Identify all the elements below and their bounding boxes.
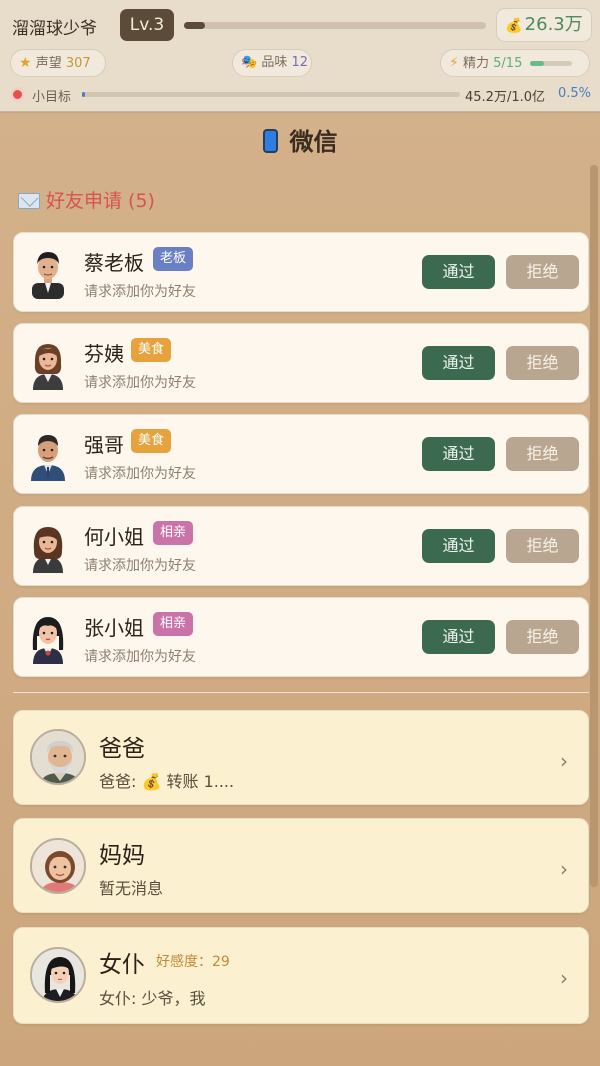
accept-button[interactable]: 通过 xyxy=(422,620,495,654)
scrollbar[interactable] xyxy=(590,165,598,887)
chat-name: 妈妈 xyxy=(99,843,145,869)
player-name: 溜溜球少爷 xyxy=(12,19,97,39)
energy-bar-fill xyxy=(530,61,545,66)
masks-icon: 🎭 xyxy=(241,55,258,70)
request-subtitle: 请求添加你为好友 xyxy=(84,284,196,300)
reputation-pill[interactable]: ★ 声望 307 xyxy=(10,49,106,77)
category-tag: 相亲 xyxy=(153,612,194,636)
page-title: 微信 xyxy=(0,122,600,157)
money-bag-icon: 💰 xyxy=(505,18,523,34)
status-row-main: 溜溜球少爷 Lv.3 💰 26.3万 xyxy=(10,8,592,42)
goal-progress-bar xyxy=(82,92,460,97)
request-name: 张小姐 xyxy=(84,616,144,640)
xp-progress-fill xyxy=(184,22,206,29)
avatar xyxy=(30,838,86,894)
friend-request-card: 张小姐 相亲 请求添加你为好友 通过 拒绝 xyxy=(13,597,589,677)
request-name: 强哥 xyxy=(84,433,124,457)
taste-pill[interactable]: 🎭 品味 12 xyxy=(232,49,312,77)
request-name: 何小姐 xyxy=(84,525,144,549)
star-icon: ★ xyxy=(19,55,32,71)
favor-label: 好感度：29 xyxy=(156,954,230,970)
goal-percent: 0.5% xyxy=(558,86,592,101)
chat-name: 女仆 xyxy=(99,952,145,978)
reject-button[interactable]: 拒绝 xyxy=(506,346,579,380)
energy-label: 精力 xyxy=(462,56,489,71)
reputation-label: 声望 xyxy=(35,56,62,71)
chevron-right-icon: › xyxy=(560,749,568,773)
request-subtitle: 请求添加你为好友 xyxy=(84,558,196,574)
goal-label: 小目标 xyxy=(32,90,72,105)
chevron-right-icon: › xyxy=(560,966,568,990)
target-icon xyxy=(10,87,25,102)
friend-request-card: 强哥 美食 请求添加你为好友 通过 拒绝 xyxy=(13,414,589,494)
friend-request-card: 芬姨 美食 请求添加你为好友 通过 拒绝 xyxy=(13,323,589,403)
request-subtitle: 请求添加你为好友 xyxy=(84,375,196,391)
chat-item-mom[interactable]: 妈妈 暂无消息 › xyxy=(13,818,589,913)
category-tag: 美食 xyxy=(131,429,172,453)
page-title-text: 微信 xyxy=(289,128,338,156)
accept-button[interactable]: 通过 xyxy=(422,529,495,563)
request-subtitle: 请求添加你为好友 xyxy=(84,649,196,665)
goal-progress-fill xyxy=(82,92,86,97)
reject-button[interactable]: 拒绝 xyxy=(506,437,579,471)
taste-value: 12 xyxy=(291,55,309,70)
chat-preview: 暂无消息 xyxy=(99,879,164,898)
friend-request-card: 何小姐 相亲 请求添加你为好友 通过 拒绝 xyxy=(13,506,589,586)
accept-button[interactable]: 通过 xyxy=(422,255,495,289)
section-divider xyxy=(13,692,589,693)
request-subtitle: 请求添加你为好友 xyxy=(84,466,196,482)
category-tag: 相亲 xyxy=(153,521,194,545)
reject-button[interactable]: 拒绝 xyxy=(506,255,579,289)
avatar xyxy=(33,344,63,390)
friend-requests-title: 好友申请 (5) xyxy=(46,190,155,212)
chat-name: 爸爸 xyxy=(99,736,145,762)
goal-amount: 45.2万/1.0亿 xyxy=(465,90,545,105)
level-badge: Lv.3 xyxy=(120,9,174,41)
avatar xyxy=(31,435,65,481)
status-row-stats: ★ 声望 307 🎭 品味 12 ⚡ 精力 5/15 xyxy=(10,49,592,77)
category-tag: 老板 xyxy=(153,247,194,271)
xp-progress-bar xyxy=(184,22,486,29)
avatar xyxy=(32,617,64,664)
chat-item-maid[interactable]: 女仆 好感度：29 女仆: 少爷，我 › xyxy=(13,927,589,1024)
category-tag: 美食 xyxy=(131,338,172,362)
energy-pill[interactable]: ⚡ 精力 5/15 xyxy=(440,49,590,77)
reputation-value: 307 xyxy=(65,56,91,71)
avatar xyxy=(30,947,86,1003)
energy-bar xyxy=(530,61,573,66)
phone-icon xyxy=(262,129,278,153)
money-display[interactable]: 💰 26.3万 xyxy=(496,8,592,42)
goal-row: 小目标 45.2万/1.0亿 0.5% xyxy=(10,86,592,105)
accept-button[interactable]: 通过 xyxy=(422,346,495,380)
reject-button[interactable]: 拒绝 xyxy=(506,620,579,654)
chat-preview: 女仆: 少爷，我 xyxy=(99,989,206,1008)
accept-button[interactable]: 通过 xyxy=(422,437,495,471)
friend-request-card: 蔡老板 老板 请求添加你为好友 通过 拒绝 xyxy=(13,232,589,312)
request-name: 蔡老板 xyxy=(84,251,144,275)
energy-value: 5/15 xyxy=(493,56,523,71)
lightning-icon: ⚡ xyxy=(449,55,459,71)
avatar xyxy=(32,252,64,299)
chevron-right-icon: › xyxy=(560,857,568,881)
reject-button[interactable]: 拒绝 xyxy=(506,529,579,563)
chat-preview: 爸爸: 💰 转账 1.... xyxy=(99,772,235,791)
status-bar: 溜溜球少爷 Lv.3 💰 26.3万 ★ 声望 307 🎭 品味 12 ⚡ 精力 … xyxy=(0,0,600,112)
avatar xyxy=(30,729,86,785)
mail-icon xyxy=(18,193,40,209)
friend-requests-header: 好友申请 (5) xyxy=(18,186,155,213)
taste-label: 品味 xyxy=(261,55,288,70)
request-name: 芬姨 xyxy=(84,342,124,366)
chat-item-dad[interactable]: 爸爸 爸爸: 💰 转账 1.... › xyxy=(13,710,589,805)
avatar xyxy=(33,527,63,573)
money-value: 26.3万 xyxy=(524,14,583,35)
